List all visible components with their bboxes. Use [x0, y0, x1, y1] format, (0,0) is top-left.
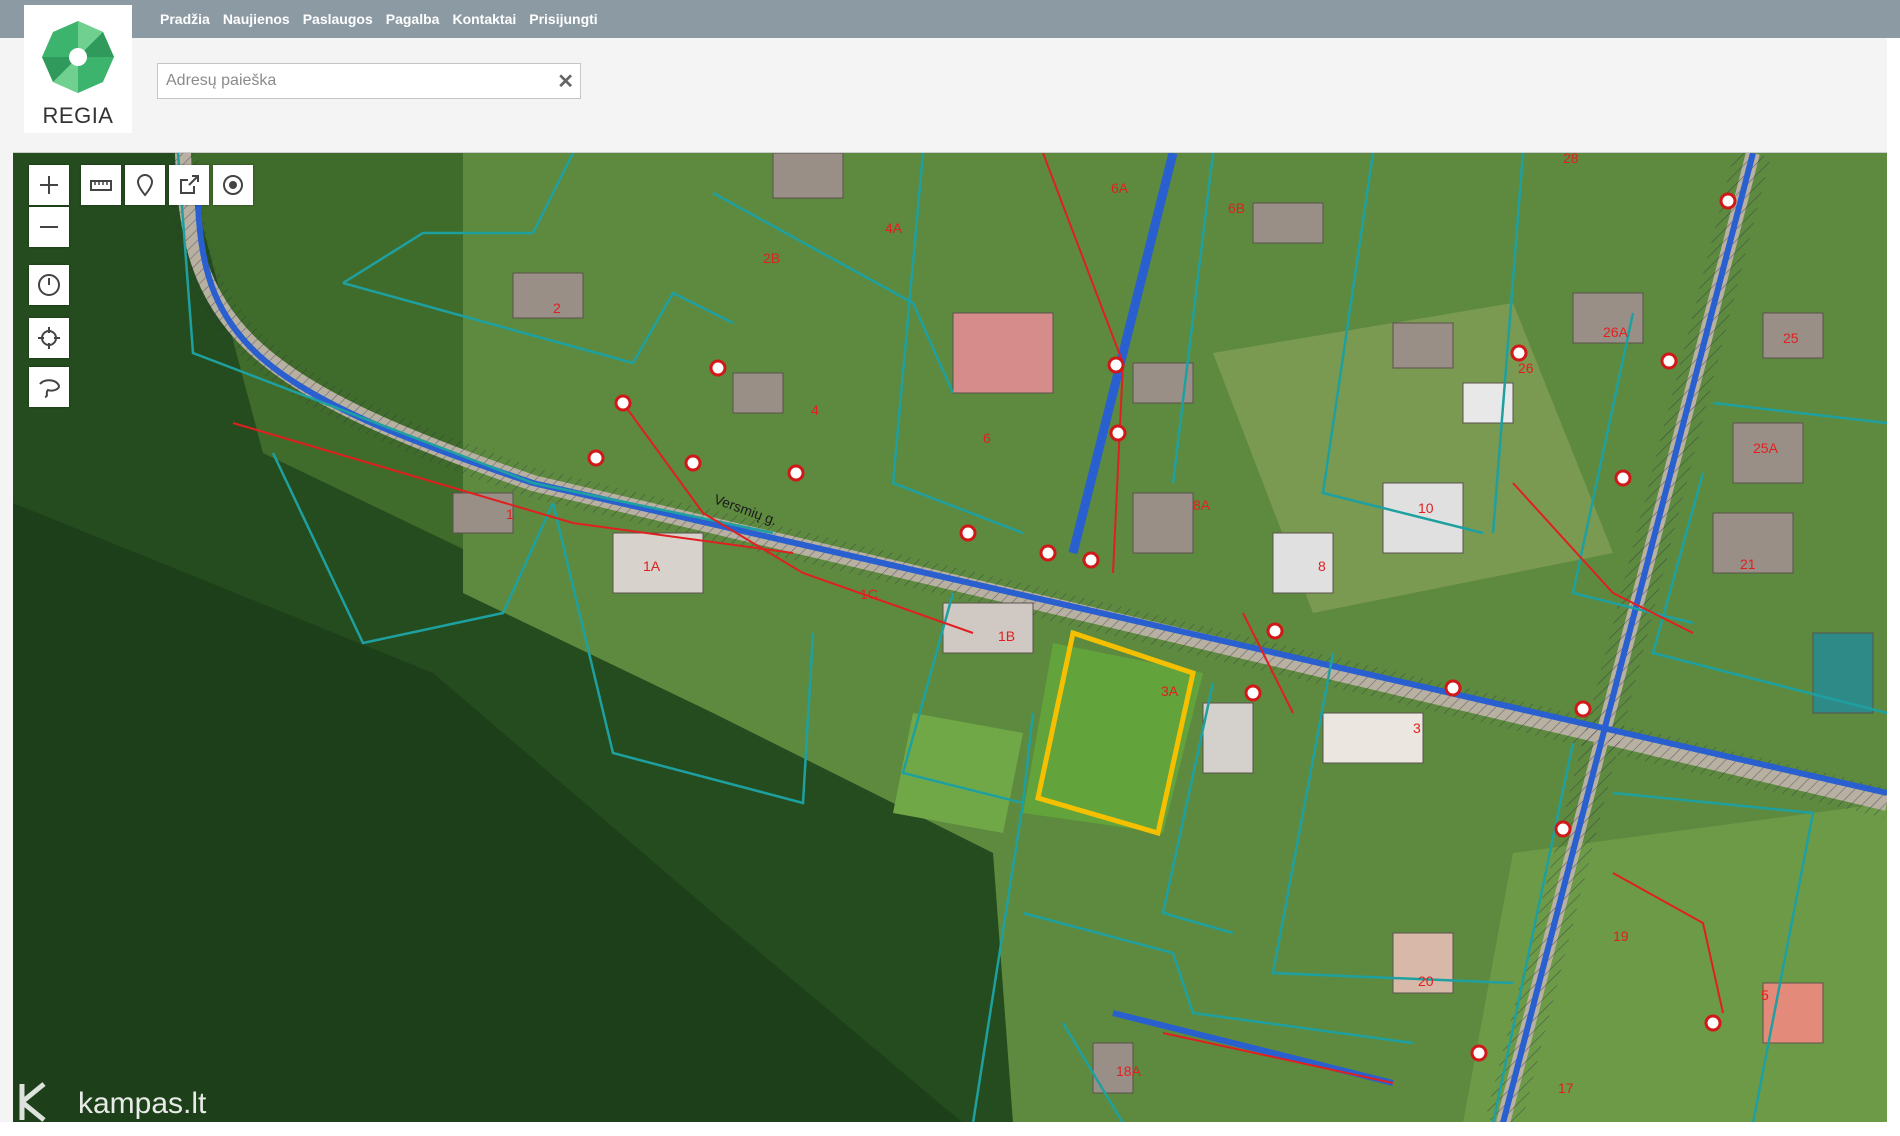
measure-button[interactable]	[81, 165, 121, 205]
parcel-label: 6A	[1111, 180, 1129, 196]
parcel-label: 26	[1518, 360, 1534, 376]
parcel-label: 25A	[1753, 440, 1779, 456]
target-icon	[223, 175, 243, 195]
lasso-icon	[39, 379, 60, 398]
map-canvas[interactable]: Versmių g. 286A4A6B2B226A 2526468A25A1011…	[13, 153, 1887, 1123]
nav-pradzia[interactable]: Pradžia	[160, 11, 210, 27]
parcel-label: 3A	[1161, 683, 1179, 699]
zoom-in-button[interactable]	[29, 165, 69, 205]
parcel-label: 4	[811, 402, 819, 418]
parcel-label: 10	[1418, 500, 1434, 516]
parcel-label: 28	[1563, 153, 1579, 166]
zoom-in-icon	[40, 176, 58, 194]
watermark: kampas.lt	[18, 1080, 248, 1129]
nav-pagalba[interactable]: Pagalba	[386, 11, 440, 27]
parcel-label: 8	[1318, 558, 1326, 574]
parcel-label: 17	[1558, 1080, 1574, 1096]
map-view[interactable]: Versmių g. 28 6A 4A 6B 2B 2 26A 25 26 4 6 8A 25A 10 1 1…	[13, 152, 1887, 1123]
zoom-out-button[interactable]	[29, 207, 69, 247]
parcel-label: 20	[1418, 973, 1434, 989]
export-icon	[180, 175, 199, 194]
parcel-label: 6	[983, 430, 991, 446]
logo-icon	[42, 21, 114, 93]
parcel-label: 1	[506, 506, 514, 522]
parcel-label: 2B	[763, 250, 780, 266]
nav-paslaugos[interactable]: Paslaugos	[303, 11, 373, 27]
export-button[interactable]	[169, 165, 209, 205]
close-icon[interactable]: ✕	[557, 69, 574, 94]
logo-text: REGIA	[42, 103, 114, 128]
parcel-label: 1A	[643, 558, 661, 574]
parcel-label: 21	[1740, 556, 1756, 572]
marker-button[interactable]	[125, 165, 165, 205]
ruler-icon	[90, 180, 112, 191]
parcel-label: 26A	[1603, 324, 1629, 340]
parcel-label: 6B	[1228, 200, 1245, 216]
zoom-out-icon	[40, 226, 58, 228]
parcel-label: 2	[553, 300, 561, 316]
history-button[interactable]	[29, 265, 69, 305]
parcel-label: 1C	[860, 586, 878, 602]
top-bar: Pradžia Naujienos Paslaugos Pagalba Kont…	[0, 0, 1900, 38]
parcel-label: 1B	[998, 628, 1015, 644]
locate-button[interactable]	[29, 318, 69, 358]
parcel-label: 18A	[1116, 1063, 1142, 1079]
parcel-label: 3	[1413, 720, 1421, 736]
search-input[interactable]	[158, 64, 554, 98]
address-search: ✕	[157, 63, 581, 99]
lasso-button[interactable]	[29, 367, 69, 407]
logo[interactable]: REGIA	[24, 5, 132, 133]
nav-prisijungti[interactable]: Prisijungti	[529, 11, 597, 27]
parcel-label: 19	[1613, 928, 1629, 944]
clock-icon	[38, 274, 60, 296]
nav-kontaktai[interactable]: Kontaktai	[452, 11, 516, 27]
watermark-text: kampas.lt	[78, 1087, 207, 1120]
nav-naujienos[interactable]: Naujienos	[223, 11, 290, 27]
page-edge	[1887, 38, 1900, 1136]
locate-icon	[38, 327, 60, 349]
page-bottom	[0, 1122, 1900, 1136]
parcel-label: 5	[1761, 987, 1769, 1003]
target-button[interactable]	[213, 165, 253, 205]
parcel-label: 25	[1783, 330, 1799, 346]
parcel-label: 4A	[885, 220, 903, 236]
main-nav: Pradžia Naujienos Paslaugos Pagalba Kont…	[160, 0, 598, 38]
parcel-label: 8A	[1193, 497, 1211, 513]
pin-icon	[136, 174, 154, 197]
